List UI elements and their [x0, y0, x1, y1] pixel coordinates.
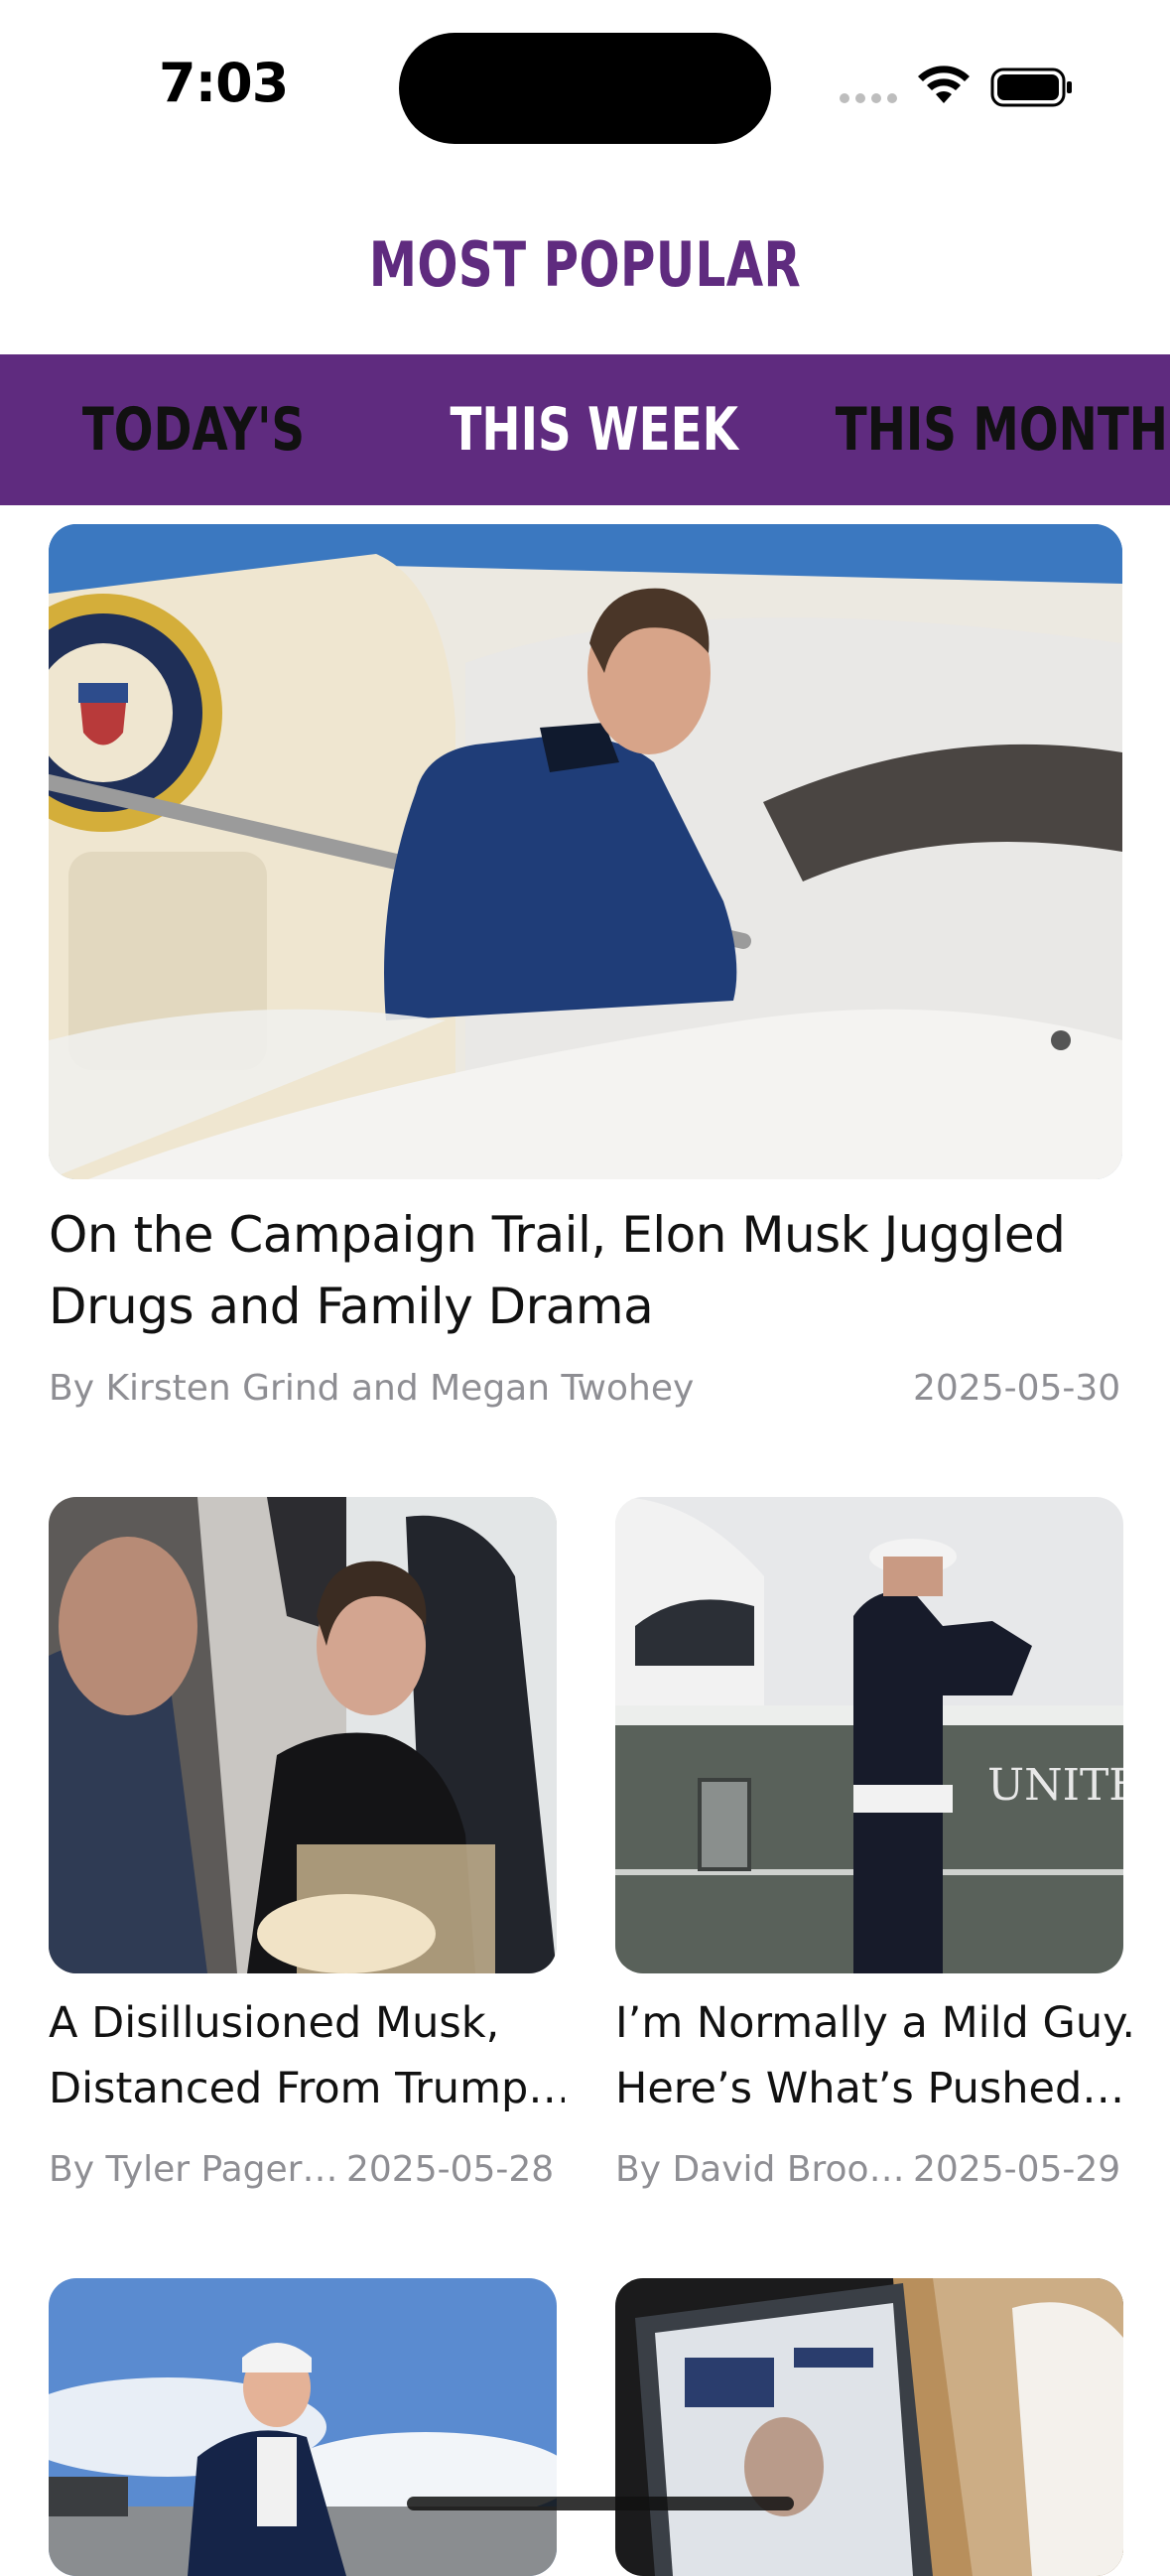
hero-article-image[interactable] [49, 524, 1122, 1179]
article-card-image[interactable] [615, 2278, 1123, 2576]
dynamic-island [399, 33, 771, 144]
photo-laptop-screen [615, 2278, 1123, 2576]
photo-musk-airplane-stairs [49, 524, 1122, 1179]
article-card-date: 2025-05-28 [346, 2149, 555, 2190]
home-indicator[interactable] [407, 2497, 794, 2510]
period-tab-bar: TODAY'S THIS WEEK THIS MONTH [0, 354, 1170, 505]
article-card-date: 2025-05-29 [913, 2149, 1121, 2190]
article-card-image[interactable] [49, 2278, 557, 2576]
article-card-title[interactable]: A Disillusioned Musk, Distanced From Tru… [49, 1990, 565, 2121]
article-title-line: Here’s What’s Pushed… [615, 2064, 1125, 2113]
article-card-image[interactable] [49, 1497, 557, 1973]
wifi-icon [918, 66, 970, 103]
tab-this-week[interactable]: THIS WEEK [451, 354, 738, 505]
cellular-signal-icon [840, 93, 897, 103]
hero-article-date: 2025-05-30 [913, 1368, 1121, 1409]
photo-trump-on-tarmac [49, 2278, 557, 2576]
page-title: MOST POPULAR [368, 228, 802, 301]
article-card-author: By Tyler Pager… [49, 2149, 338, 2190]
article-title-line: I’m Normally a Mild Guy. [615, 1998, 1131, 2048]
status-bar: 7:03 [0, 0, 1170, 149]
status-time: 7:03 [159, 52, 289, 114]
tab-todays[interactable]: TODAY'S [59, 354, 329, 505]
svg-text:UNITED: UNITED [987, 1760, 1123, 1811]
battery-icon [990, 68, 1072, 107]
tab-this-month[interactable]: THIS MONTH [836, 354, 1168, 505]
article-title-line: Distanced From Trump… [49, 2064, 565, 2113]
hero-article-author: By Kirsten Grind and Megan Twohey [49, 1368, 695, 1409]
photo-musk-at-table [49, 1497, 557, 1973]
article-title-line: A Disillusioned Musk, [49, 1998, 500, 2048]
article-card-title[interactable]: I’m Normally a Mild Guy. Here’s What’s P… [615, 1990, 1131, 2121]
article-card-author: By David Broo… [615, 2149, 905, 2190]
photo-marine-saluting-helicopter: UNITED [615, 1497, 1123, 1973]
article-card-image[interactable]: UNITED [615, 1497, 1123, 1973]
hero-article-title[interactable]: On the Campaign Trail, Elon Musk Juggled… [49, 1199, 1122, 1342]
